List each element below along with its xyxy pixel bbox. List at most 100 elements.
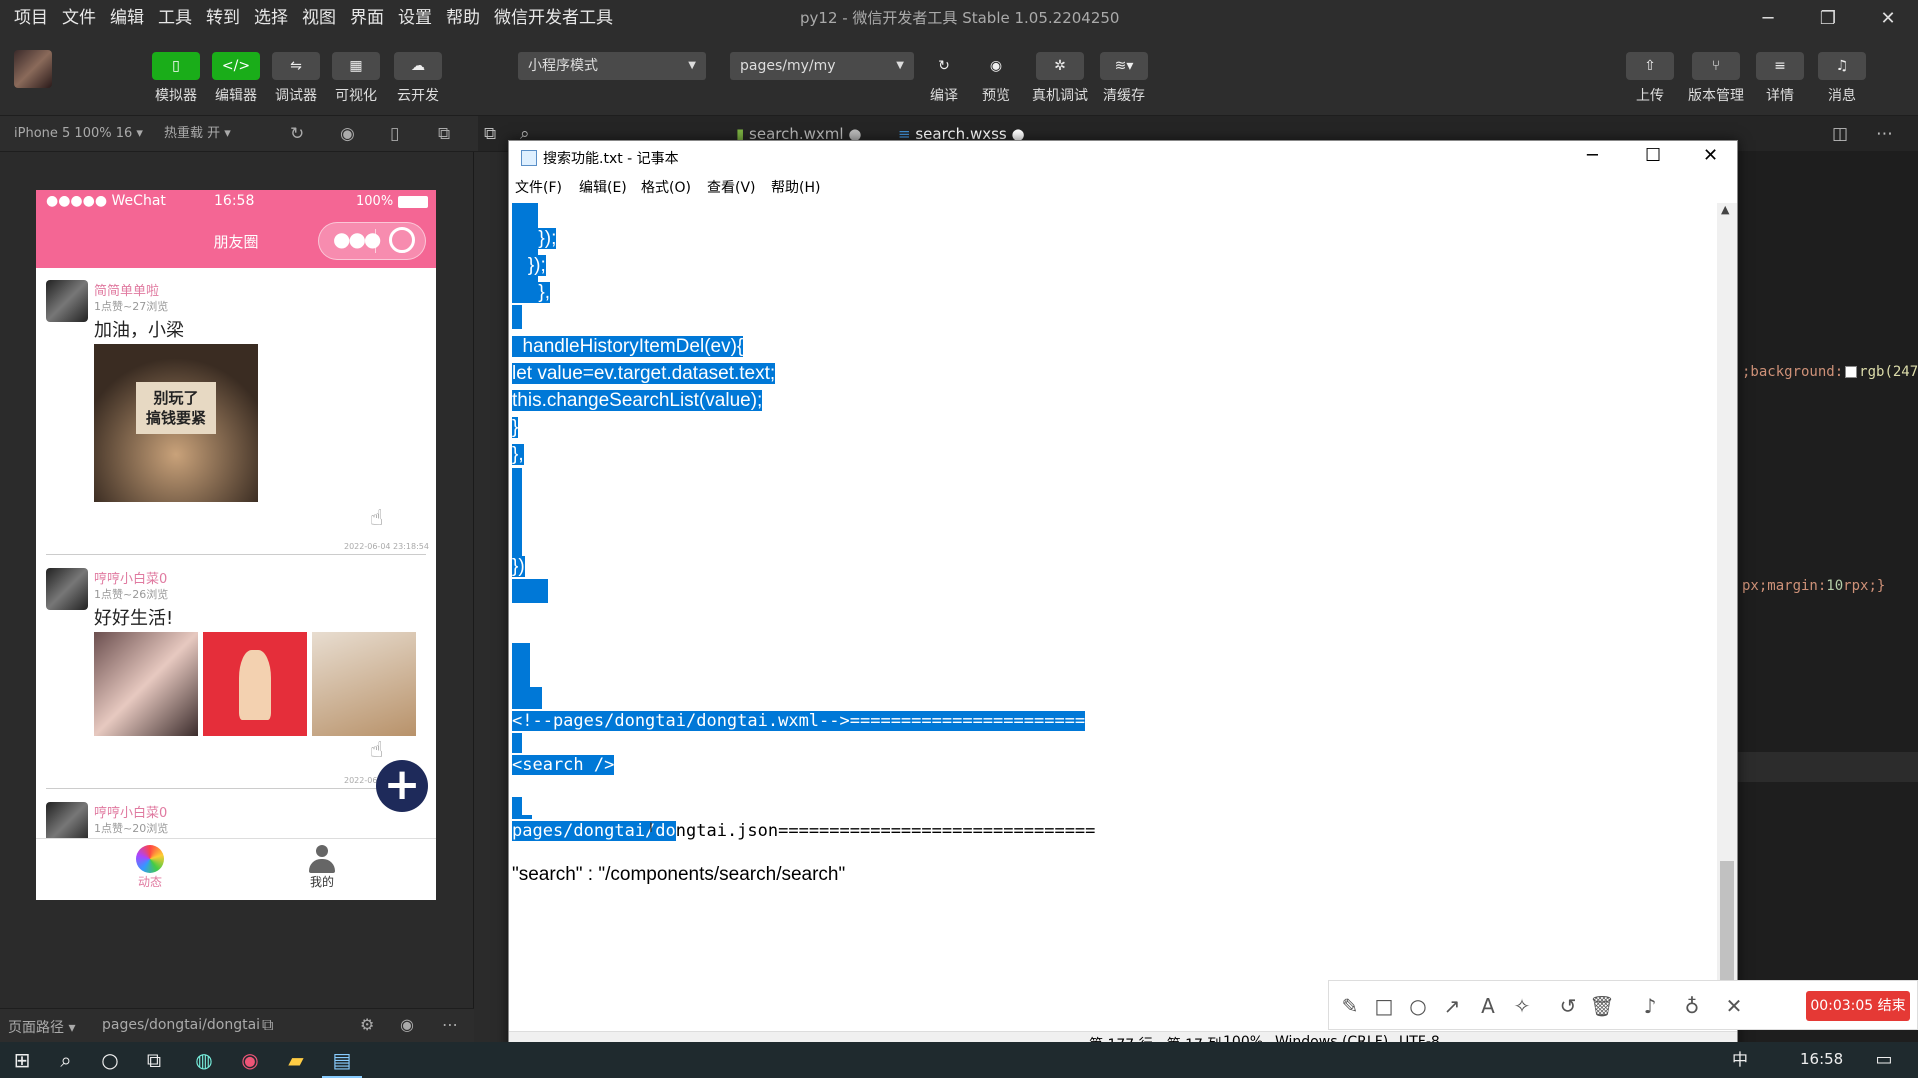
post-username[interactable]: 简简单单啦 xyxy=(94,280,159,299)
tab-mine[interactable]: 我的 xyxy=(292,845,352,890)
notepad-text-area[interactable]: }); }); }, handleHistoryItemDel(ev){ let… xyxy=(509,203,1717,1023)
detach-icon[interactable]: ⧉ xyxy=(438,116,450,152)
microphone-icon[interactable]: ♁ xyxy=(1677,991,1707,1021)
upload-button[interactable]: ⇧ 上传 xyxy=(1626,52,1674,105)
device-select[interactable]: iPhone 5 100% 16 ▾ xyxy=(14,116,143,152)
notepad-menu-view[interactable]: 查看(V) xyxy=(707,177,756,197)
menu-item-goto[interactable]: 转到 xyxy=(199,0,247,36)
notepad-menu-format[interactable]: 格式(O) xyxy=(641,177,691,197)
post-username[interactable]: 哼哼小白菜0 xyxy=(94,802,167,821)
trash-icon[interactable]: 🗑 xyxy=(1587,991,1617,1021)
settings-icon[interactable]: ⚙ xyxy=(360,1015,374,1034)
files-icon[interactable]: ⧉ xyxy=(484,116,496,152)
chrome-app-icon[interactable]: ◉ xyxy=(230,1042,270,1078)
menu-item-select[interactable]: 选择 xyxy=(247,0,295,36)
notepad-menu-edit[interactable]: 编辑(E) xyxy=(579,177,627,197)
notepad-app-icon[interactable]: ▤ xyxy=(322,1042,362,1078)
copy-icon[interactable]: ⧉ xyxy=(262,1015,273,1035)
circle-icon[interactable]: ○ xyxy=(1403,991,1433,1021)
more-dots-icon[interactable]: ●●● xyxy=(333,227,381,251)
wechat-devtools-app-icon[interactable]: ◍ xyxy=(184,1042,224,1078)
notepad-menu-file[interactable]: 文件(F) xyxy=(515,177,562,197)
notification-icon[interactable]: ▭ xyxy=(1864,1042,1904,1078)
stop-recording-button[interactable]: 00:03:05 结束 xyxy=(1806,991,1910,1021)
task-view-icon[interactable]: ⧉ xyxy=(134,1042,174,1078)
clear-cache-button[interactable]: ≋▾ 清缓存 xyxy=(1100,52,1148,105)
cloud-button[interactable]: ☁ 云开发 xyxy=(394,52,442,105)
menu-item-wechat-devtools[interactable]: 微信开发者工具 xyxy=(487,0,620,36)
messages-button[interactable]: ♫ 消息 xyxy=(1818,52,1866,105)
mode-select[interactable]: 小程序模式 ▼ xyxy=(518,52,706,80)
post-username[interactable]: 哼哼小白菜0 xyxy=(94,568,167,587)
text-line: <search /> xyxy=(512,755,615,775)
windows-start-icon[interactable]: ⊞ xyxy=(2,1042,42,1078)
version-button[interactable]: ⑂ 版本管理 xyxy=(1688,52,1744,105)
device-icon[interactable]: ▯ xyxy=(390,116,399,152)
page-path-label[interactable]: 页面路径 ▾ xyxy=(8,1017,75,1037)
post-image[interactable] xyxy=(94,632,198,736)
notepad-menu-help[interactable]: 帮助(H) xyxy=(771,177,820,197)
code-editor[interactable]: ;background:rgb(247, px;margin:10rpx;} xyxy=(1738,152,1918,1042)
split-editor-icon[interactable]: ◫ xyxy=(1832,116,1848,152)
hot-reload-toggle[interactable]: 热重载 开 ▾ xyxy=(164,116,231,152)
post-image[interactable] xyxy=(312,632,416,736)
page-select[interactable]: pages/my/my ▼ xyxy=(730,52,914,80)
capsule-menu[interactable]: ●●● xyxy=(318,222,426,260)
magic-wand-icon[interactable]: ✧ xyxy=(1507,991,1537,1021)
clear-cache-label: 清缓存 xyxy=(1103,88,1145,104)
post-image[interactable] xyxy=(203,632,307,736)
post-image[interactable]: 别玩了 搞钱要紧 xyxy=(94,344,258,502)
restore-icon[interactable]: ❐ xyxy=(1798,0,1858,36)
vertical-scrollbar[interactable]: ▲ xyxy=(1717,203,1737,1023)
menu-item-view[interactable]: 视图 xyxy=(295,0,343,36)
simulator-button[interactable]: ▯ 模拟器 xyxy=(152,52,200,105)
like-hand-icon[interactable]: ☝ xyxy=(370,506,383,531)
scroll-up-icon[interactable]: ▲ xyxy=(1721,203,1729,216)
menu-item-file[interactable]: 文件 xyxy=(55,0,103,36)
debugger-button[interactable]: ⇋ 调试器 xyxy=(272,52,320,105)
eye-icon[interactable]: ◉ xyxy=(400,1015,414,1034)
text-tool-icon[interactable]: A xyxy=(1473,991,1503,1021)
close-circle-icon[interactable] xyxy=(389,227,415,253)
rectangle-icon[interactable]: □ xyxy=(1369,991,1399,1021)
cortana-icon[interactable]: ○ xyxy=(90,1042,130,1078)
like-hand-icon[interactable]: ☝ xyxy=(370,738,383,763)
tab-dongtai[interactable]: 动态 xyxy=(120,845,180,890)
search-icon[interactable]: ⌕ xyxy=(46,1042,86,1078)
more-icon[interactable]: ⋯ xyxy=(442,1015,458,1034)
menu-item-edit[interactable]: 编辑 xyxy=(103,0,151,36)
details-button[interactable]: ≡ 详情 xyxy=(1756,52,1804,105)
menu-item-tools[interactable]: 工具 xyxy=(151,0,199,36)
compile-button[interactable]: ↻ 编译 xyxy=(920,52,968,105)
clock[interactable]: 16:58 xyxy=(1800,1050,1843,1068)
undo-icon[interactable]: ↺ xyxy=(1553,991,1583,1021)
close-icon[interactable]: ✕ xyxy=(1703,145,1718,166)
minimize-icon[interactable]: ─ xyxy=(1738,0,1798,36)
more-icon[interactable]: ⋯ xyxy=(1876,116,1893,152)
menu-item-help[interactable]: 帮助 xyxy=(439,0,487,36)
preview-button[interactable]: ◉ 预览 xyxy=(972,52,1020,105)
pen-icon[interactable]: ✎ xyxy=(1335,991,1365,1021)
close-icon[interactable]: ✕ xyxy=(1858,0,1918,36)
ime-indicator[interactable]: 中 xyxy=(1720,1042,1760,1078)
stop-icon[interactable]: ◉ xyxy=(340,116,355,152)
file-explorer-icon[interactable]: ▰ xyxy=(276,1042,316,1078)
editor-button[interactable]: </> 编辑器 xyxy=(212,52,260,105)
real-device-debug-button[interactable]: ✲ 真机调试 xyxy=(1032,52,1088,105)
menu-item-project[interactable]: 项目 xyxy=(0,0,55,36)
visual-button[interactable]: ▦ 可视化 xyxy=(332,52,380,105)
speaker-icon[interactable]: ♪ xyxy=(1635,991,1665,1021)
avatar[interactable] xyxy=(46,280,88,322)
page-path-value: pages/dongtai/dongtai xyxy=(102,1017,261,1033)
tab-label: 动态 xyxy=(137,875,162,889)
add-post-button[interactable]: + xyxy=(376,760,428,812)
rotate-icon[interactable]: ↻ xyxy=(290,116,304,152)
arrow-icon[interactable]: ↗ xyxy=(1437,991,1467,1021)
minimize-icon[interactable]: ─ xyxy=(1587,145,1598,166)
maximize-icon[interactable]: ☐ xyxy=(1645,145,1661,166)
avatar[interactable] xyxy=(14,50,52,88)
avatar[interactable] xyxy=(46,568,88,610)
menu-item-interface[interactable]: 界面 xyxy=(343,0,391,36)
close-icon[interactable]: ✕ xyxy=(1719,991,1749,1021)
menu-item-settings[interactable]: 设置 xyxy=(391,0,439,36)
